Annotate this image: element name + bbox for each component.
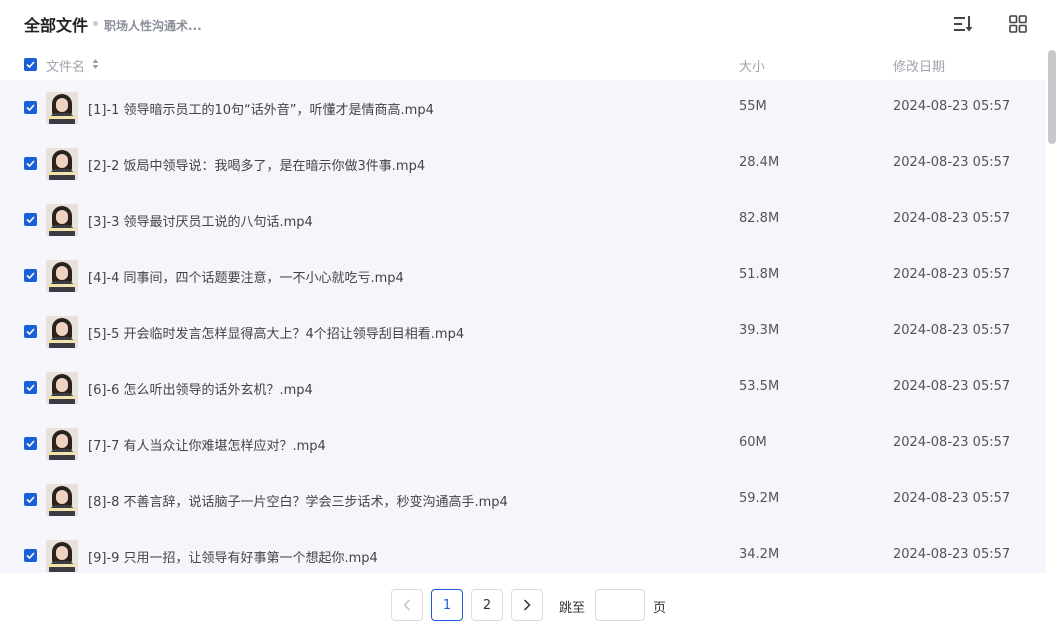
file-row[interactable]: [4]-4 同事间，四个话题要注意，一不小心就吃亏.mp4 51.8M 2024… xyxy=(0,248,1046,304)
column-header-size[interactable]: 大小 xyxy=(739,56,765,75)
jump-to-label: 跳至 xyxy=(559,601,586,616)
video-thumbnail xyxy=(46,92,78,124)
file-row[interactable]: [7]-7 有人当众让你难堪怎样应对？.mp4 60M 2024-08-23 0… xyxy=(0,416,1046,472)
breadcrumb[interactable]: 职场人性沟通术... xyxy=(104,17,202,34)
file-size: 34.2M xyxy=(739,547,780,562)
file-date: 2024-08-23 05:57 xyxy=(893,267,1011,282)
page-button-2[interactable]: 2 xyxy=(471,589,503,621)
file-date: 2024-08-23 05:57 xyxy=(893,491,1011,506)
file-row[interactable]: [8]-8 不善言辞，说话脑子一片空白？学会三步话术，秒变沟通高手.mp4 59… xyxy=(0,472,1046,528)
video-thumbnail xyxy=(46,428,78,460)
file-list: [1]-1 领导暗示员工的10句“话外音”，听懂才是情商高.mp4 55M 20… xyxy=(0,80,1046,573)
check-icon xyxy=(26,61,35,68)
file-row[interactable]: [5]-5 开会临时发言怎样显得高大上？4个招让领导刮目相看.mp4 39.3M… xyxy=(0,304,1046,360)
check-icon xyxy=(26,216,35,223)
row-checkbox[interactable] xyxy=(24,437,37,450)
file-size: 39.3M xyxy=(739,323,780,338)
check-icon xyxy=(26,104,35,111)
row-checkbox[interactable] xyxy=(24,157,37,170)
prev-page-button[interactable] xyxy=(391,589,423,621)
file-date: 2024-08-23 05:57 xyxy=(893,99,1011,114)
row-checkbox[interactable] xyxy=(24,493,37,506)
pagination: 1 2 跳至 页 xyxy=(0,574,1058,637)
file-row[interactable]: [1]-1 领导暗示员工的10句“话外音”，听懂才是情商高.mp4 55M 20… xyxy=(0,80,1046,136)
file-size: 60M xyxy=(739,435,767,450)
file-row[interactable]: [2]-2 饭局中领导说：我喝多了，是在暗示你做3件事.mp4 28.4M 20… xyxy=(0,136,1046,192)
column-header-date[interactable]: 修改日期 xyxy=(893,56,945,75)
file-size: 55M xyxy=(739,99,767,114)
breadcrumb-separator-icon xyxy=(93,21,98,26)
check-icon xyxy=(26,440,35,447)
file-size: 59.2M xyxy=(739,491,780,506)
file-row[interactable]: [9]-9 只用一招，让领导有好事第一个想起你.mp4 34.2M 2024-0… xyxy=(0,528,1046,573)
file-size: 51.8M xyxy=(739,267,780,282)
check-icon xyxy=(26,384,35,391)
row-checkbox[interactable] xyxy=(24,269,37,282)
row-checkbox[interactable] xyxy=(24,381,37,394)
select-all-checkbox[interactable] xyxy=(24,58,37,71)
check-icon xyxy=(26,496,35,503)
file-date: 2024-08-23 05:57 xyxy=(893,323,1011,338)
scrollbar-thumb[interactable] xyxy=(1048,50,1056,144)
page-button-1[interactable]: 1 xyxy=(431,589,463,621)
file-size: 82.8M xyxy=(739,211,780,226)
video-thumbnail xyxy=(46,372,78,404)
sort-order-icon[interactable] xyxy=(953,14,973,34)
file-name[interactable]: [5]-5 开会临时发言怎样显得高大上？4个招让领导刮目相看.mp4 xyxy=(88,323,464,342)
sort-arrows-icon[interactable] xyxy=(92,58,99,74)
file-date: 2024-08-23 05:57 xyxy=(893,547,1011,562)
check-icon xyxy=(26,160,35,167)
file-manager: 全部文件 职场人性沟通术... 文件名 大小 修改日期 [1]-1 领导暗示员工… xyxy=(0,0,1058,637)
file-name[interactable]: [6]-6 怎么听出领导的话外玄机？.mp4 xyxy=(88,379,313,398)
file-date: 2024-08-23 05:57 xyxy=(893,211,1011,226)
scrollbar[interactable] xyxy=(1046,48,1058,574)
file-date: 2024-08-23 05:57 xyxy=(893,155,1011,170)
video-thumbnail xyxy=(46,204,78,236)
page-unit-label: 页 xyxy=(653,601,667,616)
file-name[interactable]: [9]-9 只用一招，让领导有好事第一个想起你.mp4 xyxy=(88,547,378,566)
next-page-button[interactable] xyxy=(511,589,543,621)
video-thumbnail xyxy=(46,260,78,292)
file-date: 2024-08-23 05:57 xyxy=(893,379,1011,394)
file-name[interactable]: [2]-2 饭局中领导说：我喝多了，是在暗示你做3件事.mp4 xyxy=(88,155,425,174)
video-thumbnail xyxy=(46,316,78,348)
file-name[interactable]: [7]-7 有人当众让你难堪怎样应对？.mp4 xyxy=(88,435,326,454)
file-row[interactable]: [6]-6 怎么听出领导的话外玄机？.mp4 53.5M 2024-08-23 … xyxy=(0,360,1046,416)
column-header-name[interactable]: 文件名 xyxy=(46,56,85,75)
chevron-left-icon xyxy=(403,599,411,611)
jump-page-input[interactable] xyxy=(595,589,645,621)
check-icon xyxy=(26,552,35,559)
file-name[interactable]: [3]-3 领导最讨厌员工说的八句话.mp4 xyxy=(88,211,313,230)
page-title[interactable]: 全部文件 xyxy=(24,12,88,36)
grid-view-icon[interactable] xyxy=(1008,14,1028,34)
file-name[interactable]: [8]-8 不善言辞，说话脑子一片空白？学会三步话术，秒变沟通高手.mp4 xyxy=(88,491,508,510)
file-name[interactable]: [4]-4 同事间，四个话题要注意，一不小心就吃亏.mp4 xyxy=(88,267,404,286)
row-checkbox[interactable] xyxy=(24,325,37,338)
row-checkbox[interactable] xyxy=(24,213,37,226)
file-size: 28.4M xyxy=(739,155,780,170)
file-row[interactable]: [3]-3 领导最讨厌员工说的八句话.mp4 82.8M 2024-08-23 … xyxy=(0,192,1046,248)
file-date: 2024-08-23 05:57 xyxy=(893,435,1011,450)
row-checkbox[interactable] xyxy=(24,101,37,114)
video-thumbnail xyxy=(46,148,78,180)
file-size: 53.5M xyxy=(739,379,780,394)
chevron-right-icon xyxy=(523,599,531,611)
video-thumbnail xyxy=(46,484,78,516)
column-header-row: 文件名 大小 修改日期 xyxy=(0,50,1046,80)
row-checkbox[interactable] xyxy=(24,549,37,562)
file-name[interactable]: [1]-1 领导暗示员工的10句“话外音”，听懂才是情商高.mp4 xyxy=(88,99,434,118)
check-icon xyxy=(26,328,35,335)
video-thumbnail xyxy=(46,540,78,572)
check-icon xyxy=(26,272,35,279)
header: 全部文件 职场人性沟通术... xyxy=(0,0,1058,48)
